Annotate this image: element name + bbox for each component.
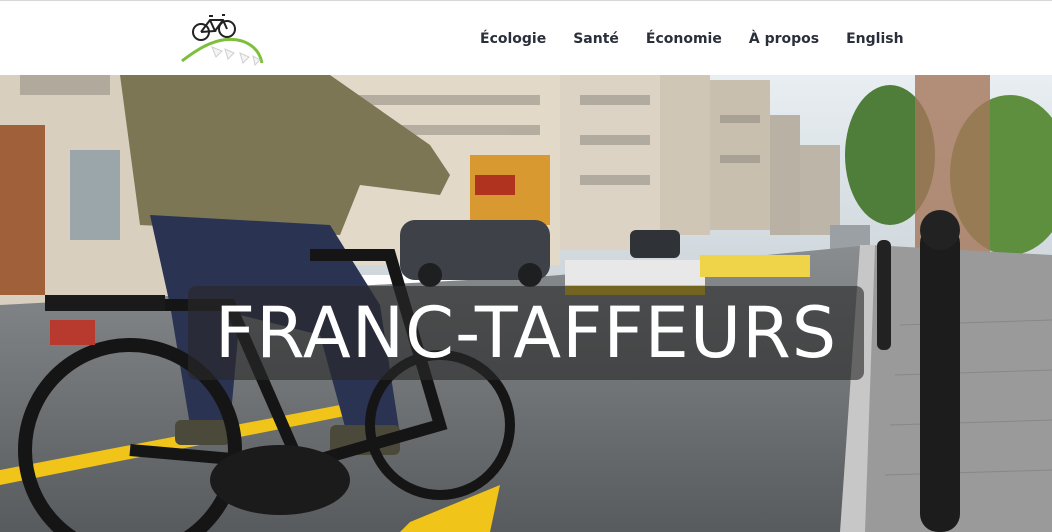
nav-ecologie[interactable]: Écologie [480,31,546,47]
nav-a-propos[interactable]: À propos [749,31,819,47]
nav-economie[interactable]: Économie [646,31,722,47]
hero-title: FRANC-TAFFEURS [214,292,838,374]
nav-english[interactable]: English [846,31,903,47]
bicycle-bridge-logo-icon[interactable] [180,7,266,71]
main-nav: Écologie Santé Économie À propos English [480,31,931,47]
nav-sante[interactable]: Santé [573,31,619,47]
site-header: Écologie Santé Économie À propos English [0,0,1052,75]
